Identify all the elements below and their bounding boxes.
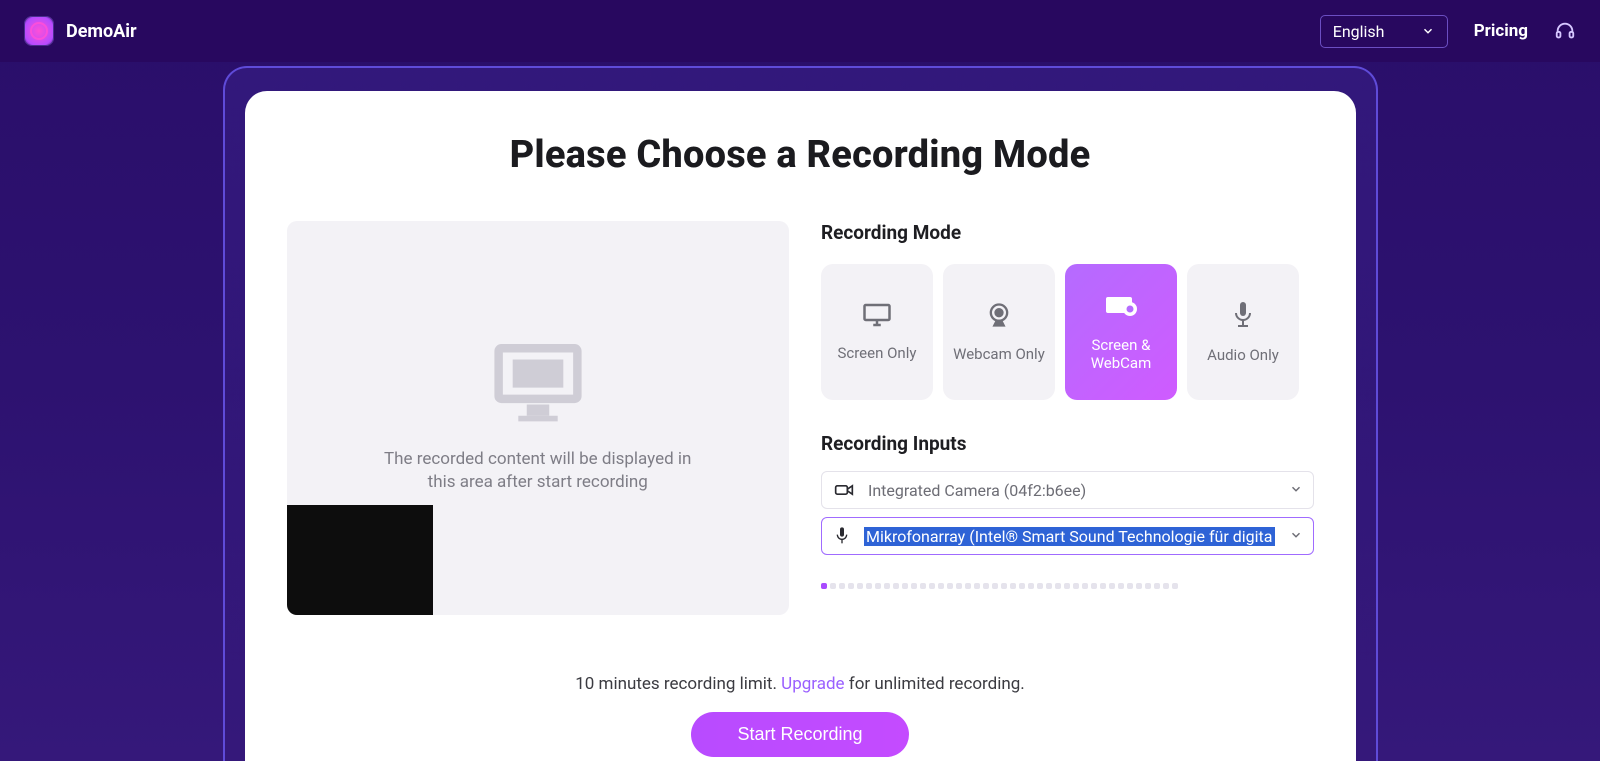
screen-webcam-icon bbox=[1104, 292, 1138, 320]
page-title: Please Choose a Recording Mode bbox=[287, 133, 1314, 177]
meter-segment bbox=[1028, 583, 1034, 589]
recording-inputs-label: Recording Inputs bbox=[821, 432, 1314, 455]
microphone-value: Mikrofonarray (Intel® Smart Sound Techno… bbox=[864, 527, 1275, 546]
preview-line2: this area after start recording bbox=[428, 472, 648, 492]
meter-segment bbox=[1073, 583, 1079, 589]
meter-segment bbox=[848, 583, 854, 589]
meter-segment bbox=[920, 583, 926, 589]
microphone-icon bbox=[834, 526, 850, 546]
meter-segment bbox=[1154, 583, 1160, 589]
meter-segment bbox=[1109, 583, 1115, 589]
meter-segment bbox=[1019, 583, 1025, 589]
chevron-down-icon bbox=[1289, 527, 1303, 546]
content-row: The recorded content will be displayed i… bbox=[287, 221, 1314, 615]
webcam-icon bbox=[985, 301, 1013, 329]
meter-segment bbox=[884, 583, 890, 589]
meter-segment bbox=[965, 583, 971, 589]
brand-logo-icon bbox=[24, 16, 54, 46]
meter-segment bbox=[1001, 583, 1007, 589]
mode-audio-only[interactable]: Audio Only bbox=[1187, 264, 1299, 400]
card: Please Choose a Recording Mode The recor… bbox=[245, 91, 1356, 761]
meter-segment bbox=[938, 583, 944, 589]
mode-label: Screen Only bbox=[837, 344, 916, 362]
meter-segment bbox=[902, 583, 908, 589]
meter-segment bbox=[1100, 583, 1106, 589]
meter-segment bbox=[1163, 583, 1169, 589]
audio-level-meter bbox=[821, 583, 1314, 589]
meter-segment bbox=[1010, 583, 1016, 589]
meter-segment bbox=[875, 583, 881, 589]
mode-label: Webcam Only bbox=[953, 345, 1045, 363]
settings-column: Recording Mode Screen Only Webcam Only bbox=[821, 221, 1314, 615]
mode-screen-webcam[interactable]: Screen & WebCam bbox=[1065, 264, 1177, 400]
meter-segment bbox=[992, 583, 998, 589]
meter-segment bbox=[947, 583, 953, 589]
meter-segment bbox=[857, 583, 863, 589]
card-border: Please Choose a Recording Mode The recor… bbox=[223, 66, 1378, 761]
language-select[interactable]: English bbox=[1320, 15, 1448, 48]
mode-screen-only[interactable]: Screen Only bbox=[821, 264, 933, 400]
mode-label: Screen & WebCam bbox=[1073, 336, 1169, 372]
pricing-link[interactable]: Pricing bbox=[1474, 21, 1528, 41]
camera-icon bbox=[834, 482, 854, 498]
camera-value: Integrated Camera (04f2:b6ee) bbox=[868, 481, 1275, 500]
meter-segment bbox=[866, 583, 872, 589]
meter-segment bbox=[1082, 583, 1088, 589]
meter-segment bbox=[1064, 583, 1070, 589]
support-headset-icon[interactable] bbox=[1554, 20, 1576, 42]
recording-preview: The recorded content will be displayed i… bbox=[287, 221, 789, 615]
meter-segment bbox=[911, 583, 917, 589]
meter-segment bbox=[821, 583, 827, 589]
meter-segment bbox=[839, 583, 845, 589]
mode-webcam-only[interactable]: Webcam Only bbox=[943, 264, 1055, 400]
meter-segment bbox=[1172, 583, 1178, 589]
meter-segment bbox=[1145, 583, 1151, 589]
meter-segment bbox=[983, 583, 989, 589]
camera-select[interactable]: Integrated Camera (04f2:b6ee) bbox=[821, 471, 1314, 509]
meter-segment bbox=[1037, 583, 1043, 589]
meter-segment bbox=[929, 583, 935, 589]
mode-label: Audio Only bbox=[1207, 346, 1279, 364]
meter-segment bbox=[893, 583, 899, 589]
mode-grid: Screen Only Webcam Only Screen & WebCam bbox=[821, 264, 1314, 400]
meter-segment bbox=[1127, 583, 1133, 589]
recording-limit-text: 10 minutes recording limit. Upgrade for … bbox=[575, 674, 1025, 694]
main-frame: Please Choose a Recording Mode The recor… bbox=[223, 62, 1378, 761]
webcam-thumbnail bbox=[287, 505, 433, 615]
chevron-down-icon bbox=[1421, 24, 1435, 38]
brand[interactable]: DemoAir bbox=[24, 16, 137, 46]
language-value: English bbox=[1333, 22, 1385, 41]
header-right: English Pricing bbox=[1320, 15, 1576, 48]
meter-segment bbox=[830, 583, 836, 589]
limit-suffix: for unlimited recording. bbox=[845, 674, 1025, 694]
microphone-select[interactable]: Mikrofonarray (Intel® Smart Sound Techno… bbox=[821, 517, 1314, 555]
recording-mode-label: Recording Mode bbox=[821, 221, 1314, 244]
upgrade-link[interactable]: Upgrade bbox=[781, 674, 844, 694]
microphone-icon bbox=[1231, 300, 1255, 330]
app-header: DemoAir English Pricing bbox=[0, 0, 1600, 62]
start-recording-button[interactable]: Start Recording bbox=[691, 712, 908, 757]
meter-segment bbox=[1055, 583, 1061, 589]
meter-segment bbox=[1046, 583, 1052, 589]
meter-segment bbox=[1136, 583, 1142, 589]
chevron-down-icon bbox=[1289, 481, 1303, 500]
preview-placeholder-text: The recorded content will be displayed i… bbox=[384, 448, 691, 494]
brand-name: DemoAir bbox=[66, 21, 137, 42]
meter-segment bbox=[956, 583, 962, 589]
meter-segment bbox=[1118, 583, 1124, 589]
meter-segment bbox=[974, 583, 980, 589]
monitor-icon bbox=[862, 302, 892, 328]
meter-segment bbox=[1091, 583, 1097, 589]
limit-prefix: 10 minutes recording limit. bbox=[575, 674, 781, 694]
preview-line1: The recorded content will be displayed i… bbox=[384, 449, 691, 469]
card-footer: 10 minutes recording limit. Upgrade for … bbox=[245, 674, 1356, 757]
monitor-placeholder-icon bbox=[493, 342, 583, 426]
